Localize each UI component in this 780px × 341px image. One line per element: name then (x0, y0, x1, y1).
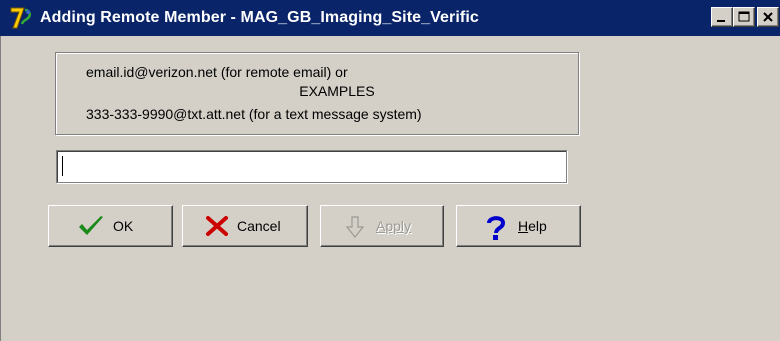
close-icon (763, 12, 773, 22)
question-mark-icon (485, 215, 507, 244)
help-button-label: Help (518, 218, 547, 234)
cancel-button-label: Cancel (237, 218, 281, 234)
example-email-text: email.id@verizon.net (for remote email) … (86, 64, 348, 80)
ok-button[interactable]: OK (48, 205, 173, 247)
window-title: Adding Remote Member - MAG_GB_Imaging_Si… (40, 9, 479, 26)
close-button[interactable] (757, 7, 779, 27)
checkmark-icon (77, 215, 105, 240)
maximize-button[interactable] (733, 7, 755, 27)
examples-heading: EXAMPLES (299, 83, 375, 99)
text-caret (62, 156, 63, 176)
dialog-window: Adding Remote Member - MAG_GB_Imaging_Si… (0, 0, 780, 341)
example-text-message-text: 333-333-9990@txt.att.net (for a text mes… (86, 106, 422, 122)
remote-member-input[interactable] (56, 150, 567, 183)
title-bar[interactable]: Adding Remote Member - MAG_GB_Imaging_Si… (0, 0, 780, 36)
minimize-button[interactable] (711, 7, 733, 27)
apply-button[interactable]: Apply (320, 205, 444, 247)
minimize-icon (717, 20, 725, 22)
ok-button-label: OK (113, 218, 134, 234)
examples-panel: email.id@verizon.net (for remote email) … (55, 52, 579, 135)
x-icon (205, 215, 229, 240)
apply-button-label: Apply (376, 218, 412, 234)
cancel-button[interactable]: Cancel (182, 205, 308, 247)
help-button[interactable]: Help (456, 205, 581, 247)
arrow-down-icon (345, 215, 365, 242)
maximize-icon (738, 11, 750, 22)
window-frame-edge (0, 36, 7, 341)
app-7-logo-icon[interactable] (10, 6, 34, 30)
